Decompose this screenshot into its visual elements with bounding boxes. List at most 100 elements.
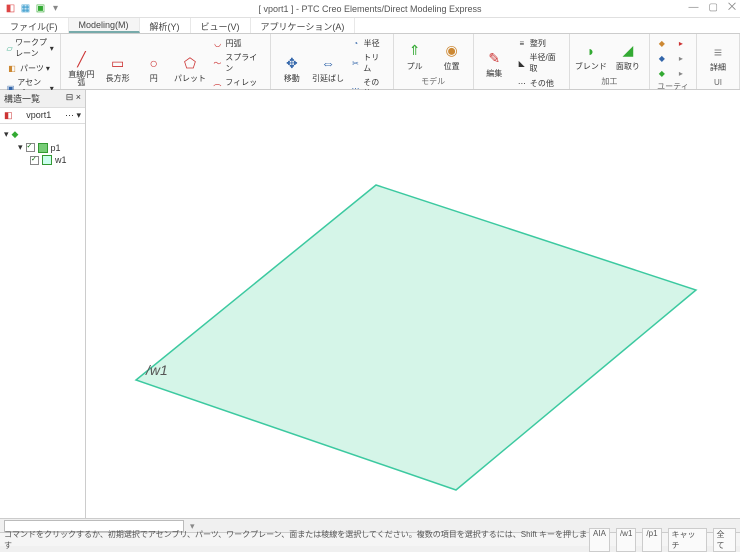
3d-viewport[interactable]: /w1: [86, 90, 740, 518]
tab-modeling[interactable]: Modeling(M): [69, 18, 140, 33]
tree-item-root[interactable]: ▾ ◆: [4, 128, 81, 141]
status-w1[interactable]: /w1: [616, 528, 636, 552]
structure-panel: 構造一覧 ⊟ × ◧ vport1 ⋯ ▾ ▾ ◆ ▾ p1 w1: [0, 90, 86, 518]
spline-icon: ～: [212, 57, 224, 69]
main-area: 構造一覧 ⊟ × ◧ vport1 ⋯ ▾ ▾ ◆ ▾ p1 w1: [0, 90, 740, 518]
tab-view[interactable]: ビュー(V): [191, 18, 251, 33]
tree-item-w1[interactable]: w1: [4, 154, 81, 166]
group-quick: ▱ワークプレーン▾ ◧パーツ▾ ▣アセンブリ▾ 新規: [0, 34, 61, 89]
other3d-button[interactable]: ⋯その他: [514, 76, 565, 90]
group-model: ⇑プル ◉位置 モデル: [394, 34, 474, 89]
panel-header: 構造一覧 ⊟ ×: [0, 90, 85, 108]
edit-button[interactable]: ✎編集: [478, 48, 511, 78]
panel-toolbar: ◧ vport1 ⋯ ▾: [0, 108, 85, 124]
panel-pin-icon[interactable]: ⊟ ×: [66, 92, 81, 105]
quick-access-toolbar: ◧ ▦ ▣ ▾: [4, 2, 62, 15]
group-ui: ≡詳細 UI: [697, 34, 740, 89]
tab-application[interactable]: アプリケーション(A): [251, 18, 356, 33]
status-aia[interactable]: AIA: [589, 528, 610, 552]
part-icon: [38, 143, 48, 153]
workplane-surface[interactable]: [136, 185, 696, 490]
util-button[interactable]: ◆: [654, 51, 670, 65]
more-icon: ⋯: [516, 77, 528, 89]
workplane-label: /w1: [145, 362, 168, 378]
workplane-button[interactable]: ▱ワークプレーン▾: [4, 36, 56, 60]
position-button[interactable]: ◉位置: [435, 41, 469, 71]
chamfer-icon: ◣: [516, 57, 528, 69]
group-machining: ◗ブレンド ◢面取り 加工: [570, 34, 650, 89]
blend-button[interactable]: ◗ブレンド: [574, 41, 608, 71]
tab-file[interactable]: ファイル(F): [0, 18, 69, 33]
chevron-down-icon: ▾: [50, 44, 54, 53]
align-button[interactable]: ≡整列: [514, 36, 565, 50]
root-icon: ◆: [12, 129, 19, 140]
radius-button[interactable]: ◔半径: [348, 36, 389, 50]
position-icon: ◉: [442, 41, 462, 61]
trim-button[interactable]: ✂トリム: [348, 51, 389, 75]
structure-tree[interactable]: ▾ ◆ ▾ p1 w1: [0, 124, 85, 170]
titlebar: ◧ ▦ ▣ ▾ [ vport1 ] - PTC Creo Elements/D…: [0, 0, 740, 18]
rectangle-button[interactable]: ▭長方形: [101, 53, 134, 83]
expand-icon[interactable]: ▾: [4, 129, 9, 140]
status-right: AIA /w1 /p1 キャッチ 全て: [589, 528, 736, 552]
qat-icon[interactable]: ▦: [19, 2, 32, 15]
detail-icon: ≡: [708, 42, 728, 62]
circle-button[interactable]: ○円: [137, 53, 170, 83]
util-button[interactable]: ◆: [654, 66, 670, 80]
detail-button[interactable]: ≡詳細: [701, 42, 735, 72]
radius-icon: ◔: [350, 37, 362, 49]
util-icon: ◆: [656, 37, 668, 49]
line-arc-button[interactable]: ╱直線/円弧: [65, 49, 98, 87]
parts-button[interactable]: ◧パーツ▾: [4, 61, 56, 75]
util-button[interactable]: ▸: [673, 36, 689, 50]
parts-icon: ◧: [6, 62, 18, 74]
minimize-button[interactable]: —: [689, 2, 699, 13]
close-button[interactable]: ⨉: [728, 2, 736, 13]
status-all[interactable]: 全て: [713, 528, 737, 552]
visibility-checkbox[interactable]: [30, 156, 39, 165]
chamfer-button[interactable]: ◣半径/面取: [514, 51, 565, 75]
pull-icon: ⇑: [405, 41, 425, 61]
ribbon: ▱ワークプレーン▾ ◧パーツ▾ ▣アセンブリ▾ 新規 ╱直線/円弧 ▭長方形 ○…: [0, 34, 740, 90]
group-label: 加工: [574, 75, 645, 87]
util-button[interactable]: ▸: [673, 66, 689, 80]
group-3dedit: ✎編集 ≡整列 ◣半径/面取 ⋯その他 3D 編集: [474, 34, 570, 89]
tree-item-p1[interactable]: ▾ p1: [4, 141, 81, 154]
chamfer3d-button[interactable]: ◢面取り: [611, 41, 645, 71]
trim-icon: ✂: [350, 57, 362, 69]
qat-icon[interactable]: ▾: [49, 2, 62, 15]
chevron-down-icon: ▾: [46, 64, 50, 73]
tab-analysis[interactable]: 解析(Y): [140, 18, 191, 33]
rect-icon: ▭: [108, 53, 128, 73]
move-icon: ✥: [282, 53, 302, 73]
workplane-icon: [42, 155, 52, 165]
util-button[interactable]: ◆: [654, 36, 670, 50]
status-bar: コマンドをクリックするか、初期選択でアセンブリ、パーツ、ワークプレーン、面または…: [0, 532, 740, 546]
chevron-down-icon[interactable]: ⋯ ▾: [65, 110, 81, 121]
visibility-checkbox[interactable]: [26, 143, 35, 152]
workplane-icon: ▱: [6, 42, 13, 54]
move-button[interactable]: ✥移動: [275, 53, 308, 83]
arc-button[interactable]: ◡円弧: [210, 36, 267, 50]
group-label: UI: [701, 77, 735, 87]
status-p1[interactable]: /p1: [642, 528, 661, 552]
util-icon: ▸: [675, 52, 687, 64]
chamfer3d-icon: ◢: [618, 41, 638, 61]
maximize-button[interactable]: ▢: [709, 2, 718, 13]
window-controls: — ▢ ⨉: [689, 2, 736, 13]
stretch-button[interactable]: ⇔引延ばし: [311, 53, 344, 83]
ribbon-tabs: ファイル(F) Modeling(M) 解析(Y) ビュー(V) アプリケーショ…: [0, 18, 740, 34]
util-button[interactable]: ▸: [673, 51, 689, 65]
circle-icon: ○: [144, 53, 164, 73]
status-catch[interactable]: キャッチ: [668, 528, 707, 552]
viewport-canvas[interactable]: /w1: [86, 90, 740, 518]
util-icon: ◆: [656, 52, 668, 64]
qat-icon[interactable]: ▣: [34, 2, 47, 15]
pull-button[interactable]: ⇑プル: [398, 41, 432, 71]
spline-button[interactable]: ～スプライン: [210, 51, 267, 75]
expand-icon[interactable]: ▾: [18, 142, 23, 153]
palette-button[interactable]: ⬠パレット: [173, 53, 206, 83]
qat-icon[interactable]: ◧: [4, 2, 17, 15]
blend-icon: ◗: [581, 41, 601, 61]
group-utility: ◆ ◆ ◆ ▸ ▸ ▸ ユーティリティ: [650, 34, 697, 89]
